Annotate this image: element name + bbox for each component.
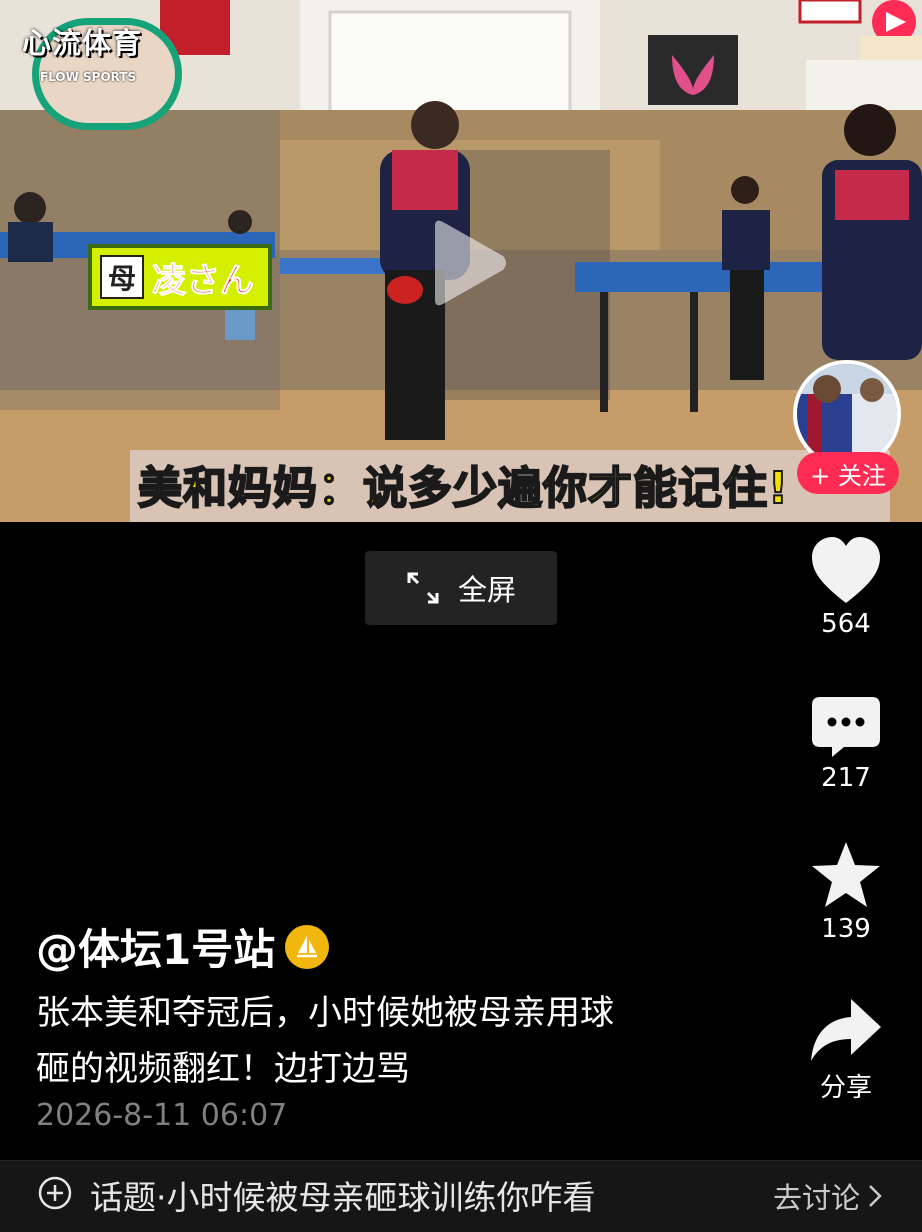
comment-action[interactable]: 217 xyxy=(791,697,901,793)
author-handle[interactable]: @体坛1号站 xyxy=(36,916,275,977)
expand-icon xyxy=(407,572,439,604)
name-tag-prefix: 母 xyxy=(100,255,144,299)
sail-icon xyxy=(297,935,318,957)
topic-label[interactable]: 话题·小时候被母亲砸球训练你咋看 xyxy=(90,1171,596,1219)
fullscreen-button[interactable]: 全屏 xyxy=(365,551,557,625)
favorite-action[interactable]: 139 xyxy=(791,840,901,944)
avatar-image xyxy=(797,364,897,464)
name-tag-name: 凌さん xyxy=(152,260,255,301)
comment-icon[interactable] xyxy=(812,697,880,759)
add-topic-icon xyxy=(38,1176,72,1210)
fullscreen-label: 全屏 xyxy=(457,573,516,607)
broadcast-logo-icon xyxy=(798,0,922,60)
verified-badge-icon xyxy=(285,924,330,969)
follow-button[interactable]: + 关注 xyxy=(797,452,899,494)
description-line-2: 砸的视频翻红！边打边骂 xyxy=(36,1049,410,1089)
like-action[interactable]: 564 xyxy=(791,537,901,639)
chevron-right-icon xyxy=(869,1185,882,1207)
player-name-tag: 母 凌さん xyxy=(88,244,272,310)
topic-bar[interactable]: 话题·小时候被母亲砸球训练你咋看 去讨论 xyxy=(0,1160,922,1232)
share-arrow-icon[interactable] xyxy=(809,997,883,1063)
heart-icon[interactable] xyxy=(810,537,882,605)
post-date: 2026-8-11 06:07 xyxy=(36,1098,288,1133)
share-label: 分享 xyxy=(819,1073,872,1103)
star-icon[interactable] xyxy=(810,840,882,910)
description-line-1: 张本美和夺冠后，小时候她被母亲用球 xyxy=(36,993,614,1033)
discuss-link[interactable]: 去讨论 xyxy=(773,1175,882,1217)
favorite-count: 139 xyxy=(821,914,871,944)
comment-count: 217 xyxy=(821,763,871,793)
watermark-title: 心流体育 xyxy=(22,26,143,60)
watermark-subtitle: FLOW SPORTS xyxy=(40,70,137,84)
author-name[interactable]: @体坛1号站 xyxy=(36,916,330,977)
discuss-label: 去讨论 xyxy=(772,1181,860,1215)
post-description: 张本美和夺冠后，小时候她被母亲用球 砸的视频翻红！边打边骂 xyxy=(36,985,736,1097)
video-subtitle: 美和妈妈：说多少遍你才能记住! xyxy=(137,462,790,515)
video-player[interactable]: 心流体育 FLOW SPORTS 母 凌さん 美和妈妈：说多少遍你才能记住! +… xyxy=(0,0,922,522)
channel-watermark: 心流体育 FLOW SPORTS xyxy=(22,10,182,130)
share-action[interactable]: 分享 xyxy=(791,997,901,1104)
like-count: 564 xyxy=(821,609,871,639)
play-icon[interactable] xyxy=(425,218,509,308)
